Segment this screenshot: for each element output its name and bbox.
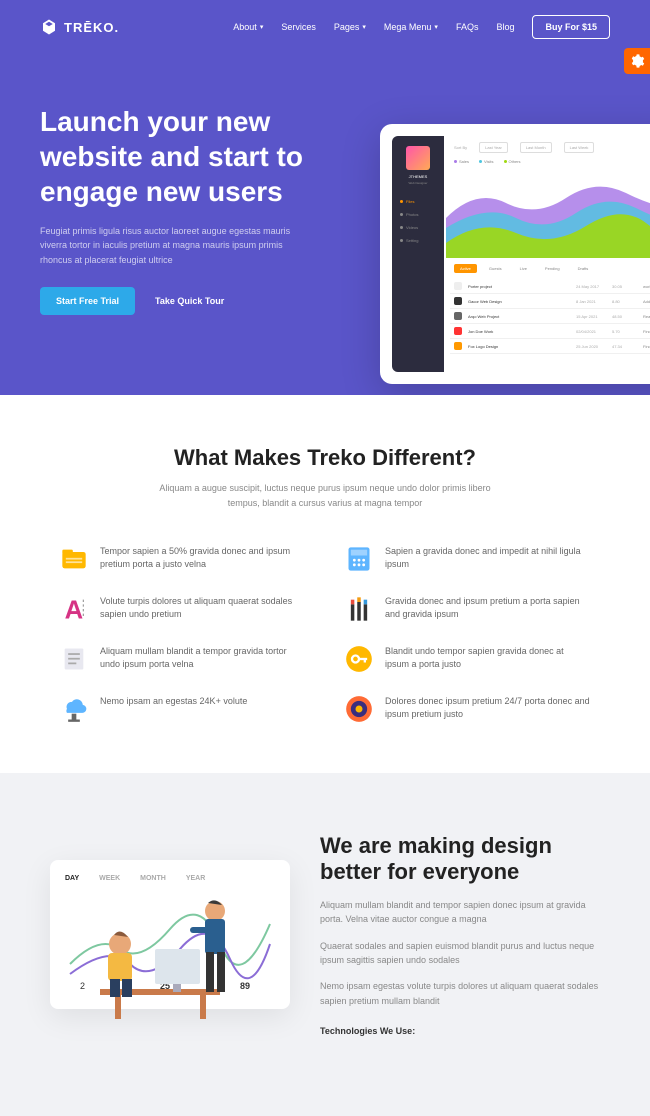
hero: Launch your new website and start to eng… — [0, 54, 650, 395]
nav-faqs[interactable]: FAQs — [456, 22, 479, 32]
nav-blog[interactable]: Blog — [496, 22, 514, 32]
tablet-username: JTHEMES — [392, 174, 444, 179]
avatar — [406, 146, 430, 170]
feature-item: Tempor sapien a 50% gravida donec and ip… — [60, 545, 305, 573]
features-section: What Makes Treko Different? Aliquam a au… — [0, 395, 650, 773]
hero-description: Feugiat primis ligula risus auctor laore… — [40, 224, 300, 267]
area-chart — [446, 168, 650, 258]
about-illustration: DAY WEEK MONTH YEAR 2 25 89 — [50, 860, 290, 1009]
table-row: Fox Logo Design25 Jun 202047.34Finder — [450, 339, 650, 354]
nav-about[interactable]: About▾ — [233, 22, 263, 32]
tablet-menu-setting: Setting — [400, 234, 436, 247]
features-subtitle: Aliquam a augue suscipit, luctus neque p… — [145, 481, 505, 510]
about-paragraph: Nemo ipsam egestas volute turpis dolores… — [320, 979, 600, 1008]
feature-item: Gravida donec and ipsum pretium a porta … — [345, 595, 590, 623]
about-section: DAY WEEK MONTH YEAR 2 25 89 — [0, 773, 650, 1116]
tablet-menu-photos: Photos — [400, 208, 436, 221]
hero-title: Launch your new website and start to eng… — [40, 104, 320, 209]
nav: About▾ Services Pages▾ Mega Menu▾ FAQs B… — [233, 15, 610, 39]
tablet-menu-videos: Videos — [400, 221, 436, 234]
feature-item: Blandit undo tempor sapien gravida donec… — [345, 645, 590, 673]
about-paragraph: Aliquam mullam blandit and tempor sapien… — [320, 898, 600, 927]
chart-legend: Sales Visits Others — [444, 159, 650, 168]
about-content: We are making design better for everyone… — [320, 833, 600, 1036]
folder-icon — [60, 545, 88, 573]
people-illustration — [70, 869, 270, 1019]
features-title: What Makes Treko Different? — [60, 445, 590, 471]
document-icon — [60, 645, 88, 673]
calculator-icon — [345, 545, 373, 573]
cloud-icon — [60, 695, 88, 723]
features-grid: Tempor sapien a 50% gravida donec and ip… — [60, 545, 590, 723]
start-trial-button[interactable]: Start Free Trial — [40, 287, 135, 315]
tablet-mockup: JTHEMES Web Designer Files Photos Videos… — [380, 124, 650, 384]
gear-icon — [629, 53, 645, 69]
buy-button[interactable]: Buy For $15 — [532, 15, 610, 39]
table-row: Porter project24 May 201730.05work by — [450, 279, 650, 294]
nav-services[interactable]: Services — [281, 22, 316, 32]
brand-text: TRĒKO. — [64, 20, 119, 35]
table-row: Gacor Web Design8 Jan 20218.80Add in — [450, 294, 650, 309]
table-row: Arqo Web Project15 Apr 202148.50React — [450, 309, 650, 324]
settings-gear-badge[interactable] — [624, 48, 650, 74]
tablet-role: Web Designer — [392, 181, 444, 185]
tablet-menu-files: Files — [400, 195, 436, 208]
logo-icon — [40, 18, 58, 36]
logo[interactable]: TRĒKO. — [40, 18, 119, 36]
tablet-table: Porter project24 May 201730.05work by Ga… — [444, 279, 650, 354]
tablet-topbar: Sort By Last Year Last Month Last Week — [444, 136, 650, 159]
nav-mega-menu[interactable]: Mega Menu▾ — [384, 22, 438, 32]
header: TRĒKO. About▾ Services Pages▾ Mega Menu▾… — [0, 0, 650, 54]
tablet-tabs: Active Guests Live Pending Drafts — [444, 258, 650, 279]
about-title: We are making design better for everyone — [320, 833, 600, 886]
feature-item: Aliquam mullam blandit a tempor gravida … — [60, 645, 305, 673]
table-row: Jon Doe Work02/04/20215.70Finder — [450, 324, 650, 339]
letter-a-icon: A — [60, 595, 88, 623]
feature-item: Dolores donec ipsum pretium 24/7 porta d… — [345, 695, 590, 723]
target-icon — [345, 695, 373, 723]
tablet-sidebar: JTHEMES Web Designer Files Photos Videos… — [392, 136, 444, 372]
brushes-icon — [345, 595, 373, 623]
nav-pages[interactable]: Pages▾ — [334, 22, 366, 32]
feature-item: Sapien a gravida donec and impedit at ni… — [345, 545, 590, 573]
feature-item: Nemo ipsam an egestas 24K+ volute — [60, 695, 305, 723]
about-paragraph: Quaerat sodales and sapien euismod bland… — [320, 939, 600, 968]
take-tour-link[interactable]: Take Quick Tour — [155, 296, 224, 306]
feature-item: A Volute turpis dolores ut aliquam quaer… — [60, 595, 305, 623]
svg-text:A: A — [65, 596, 84, 623]
key-icon — [345, 645, 373, 673]
technologies-label: Technologies We Use: — [320, 1026, 600, 1036]
